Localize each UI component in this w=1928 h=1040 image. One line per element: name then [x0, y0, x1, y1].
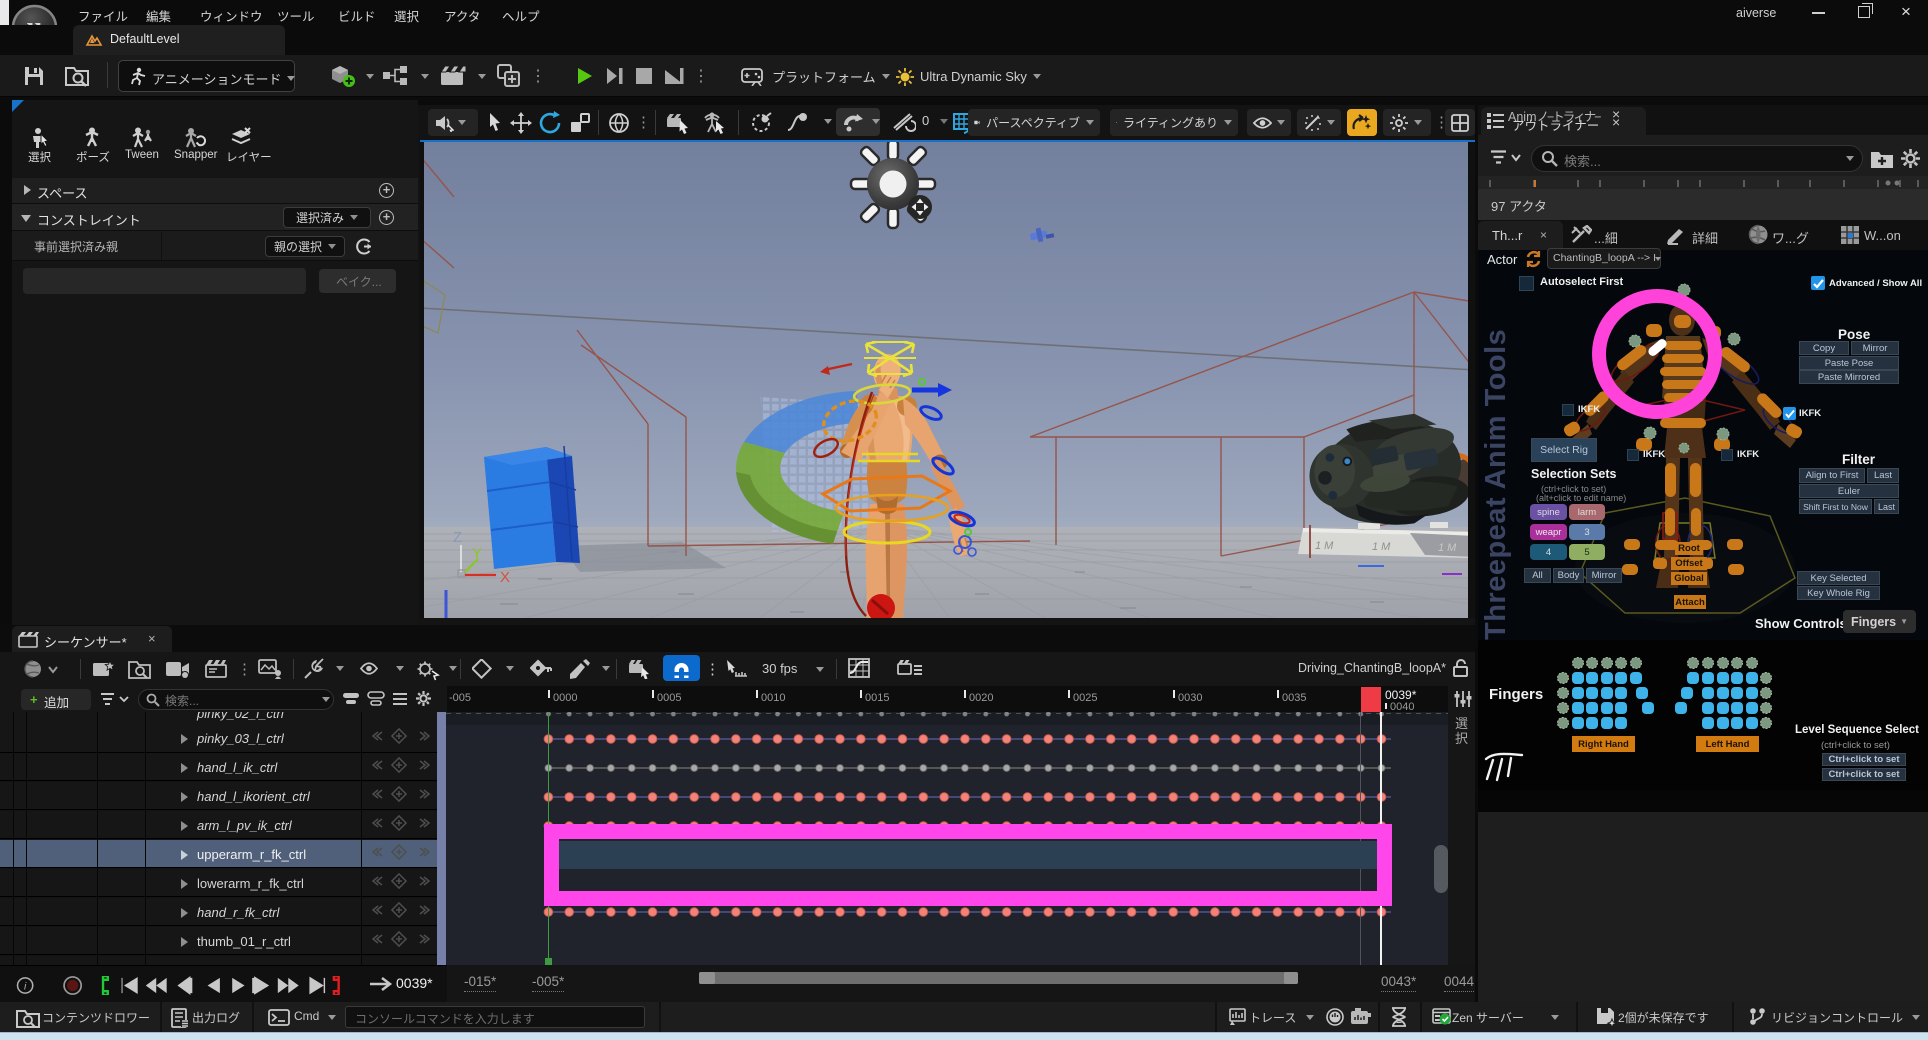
svg-text:1 M: 1 M — [1438, 542, 1457, 554]
svg-text:X: X — [500, 569, 510, 586]
svg-text:1 M: 1 M — [1315, 540, 1334, 552]
svg-text:Z: Z — [453, 529, 462, 546]
svg-text:1 M: 1 M — [1372, 541, 1391, 553]
svg-text:i: i — [24, 981, 27, 992]
svg-text:Y: Y — [472, 545, 482, 562]
